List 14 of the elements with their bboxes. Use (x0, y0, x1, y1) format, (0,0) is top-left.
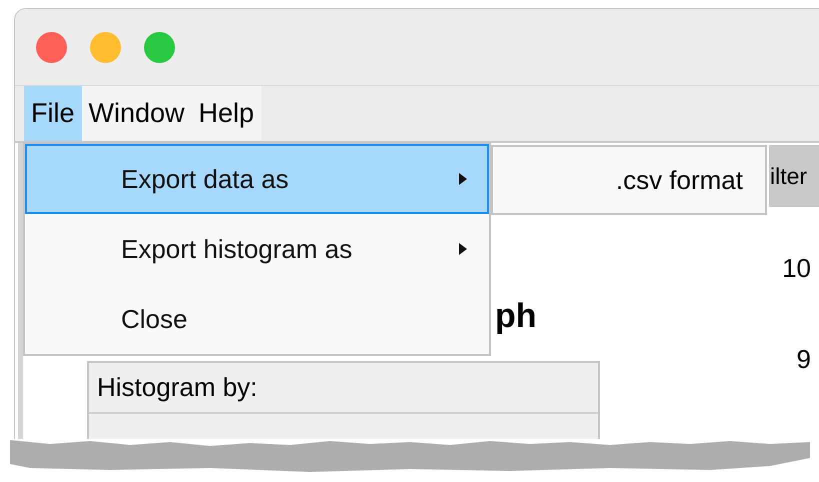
menu-bar-item[interactable]: Help (192, 86, 262, 141)
axis-tick-label: 10 (782, 253, 811, 284)
section-heading: ph (495, 297, 538, 336)
menu-item[interactable]: Export data as (25, 144, 489, 214)
menu-bar-item[interactable]: File (24, 86, 82, 141)
window-control-button[interactable] (144, 32, 175, 62)
window-control-button[interactable] (36, 32, 67, 62)
window-control-button[interactable] (90, 32, 121, 62)
menu-bar-item[interactable]: Window (82, 86, 192, 141)
menu-item[interactable]: Close (25, 284, 489, 354)
menu-item[interactable]: Export histogram as (25, 214, 489, 284)
submenu-item[interactable]: .csv format (616, 147, 743, 213)
axis-tick-label: 9 (796, 344, 811, 375)
tab[interactable]: ilter (769, 145, 819, 207)
